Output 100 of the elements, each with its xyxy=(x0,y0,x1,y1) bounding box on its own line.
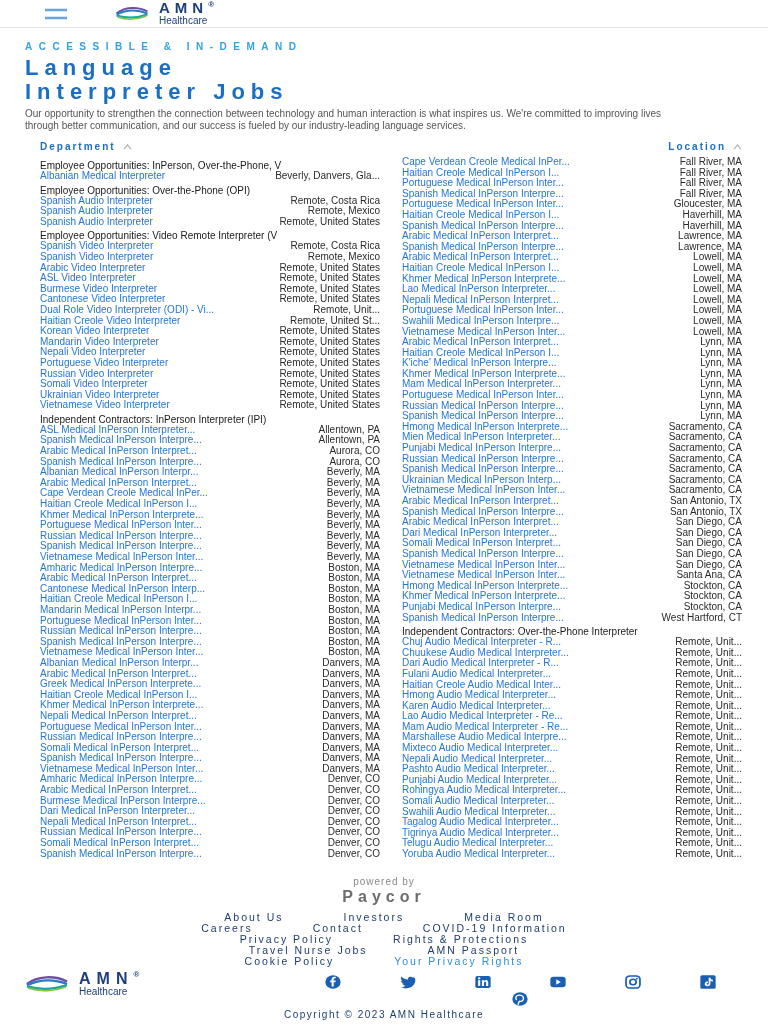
job-title-link[interactable]: Haitian Creole Medical InPerson I... xyxy=(40,499,198,510)
facebook-icon[interactable] xyxy=(324,975,341,989)
job-title-link[interactable]: Spanish Medical InPerson Interpre... xyxy=(40,541,202,552)
tiktok-icon[interactable] xyxy=(699,975,716,989)
logo-mark-icon[interactable] xyxy=(25,975,69,993)
job-title-link[interactable]: Khmer Medical InPerson Interprete... xyxy=(40,509,204,521)
job-title-link[interactable]: Somali Medical InPerson Interpret... xyxy=(40,838,199,849)
job-title-link[interactable]: Haitian Creole Medical InPerson I... xyxy=(402,209,560,221)
job-title-link[interactable]: Burmese Video Interpreter xyxy=(40,283,158,295)
job-title-link[interactable]: Hmong Audio Medical Interpreter... xyxy=(402,690,556,701)
job-title-link[interactable]: Albanian Medical Interpreter xyxy=(40,171,166,182)
job-title-link[interactable]: Portuguese Medical InPerson Inter... xyxy=(40,520,202,531)
job-title-link[interactable]: Tagalog Audio Medical Interpreter... xyxy=(402,817,559,828)
job-title-link[interactable]: Mixteco Audio Medical Interpreter... xyxy=(402,743,559,754)
job-title-link[interactable]: Ukrainian Medical InPerson Interp... xyxy=(402,474,561,486)
job-title-link[interactable]: Portuguese Medical InPerson Inter... xyxy=(402,390,564,401)
job-title-link[interactable]: Arabic Medical InPerson Interpret... xyxy=(40,668,197,680)
job-title-link[interactable]: K'iche' Medical InPerson Interpre... xyxy=(402,358,557,369)
youtube-icon[interactable] xyxy=(549,975,566,989)
job-title-link[interactable]: ASL Video Interpreter xyxy=(40,273,136,284)
job-title-link[interactable]: Punjabi Medical InPerson Interpre... xyxy=(402,601,561,613)
job-title-link[interactable]: Spanish Medical InPerson Interpre... xyxy=(402,188,564,200)
job-title-link[interactable]: Cape Verdean Creole Medical InPer... xyxy=(402,157,570,168)
job-title-link[interactable]: Spanish Audio Interpreter xyxy=(40,206,153,217)
job-title-link[interactable]: Arabic Medical InPerson Interpret... xyxy=(402,496,559,507)
job-title-link[interactable]: Spanish Medical InPerson Interpre... xyxy=(402,464,564,475)
job-title-link[interactable]: Russian Medical InPerson Interpre... xyxy=(40,827,202,839)
footer-link[interactable]: Careers xyxy=(201,923,253,934)
job-title-link[interactable]: Vietnamese Medical InPerson Inter... xyxy=(402,326,566,338)
job-title-link[interactable]: Russian Medical InPerson Interpre... xyxy=(40,732,202,743)
job-title-link[interactable]: Mandarin Video Interpreter xyxy=(40,336,159,348)
footer-link[interactable]: Travel Nurse Jobs xyxy=(248,945,368,956)
job-title-link[interactable]: Haitian Creole Video Interpreter xyxy=(40,315,181,327)
job-title-link[interactable]: Arabic Medical InPerson Interpret... xyxy=(402,337,559,348)
job-title-link[interactable]: Spanish Video Interpreter xyxy=(40,241,154,252)
job-title-link[interactable]: Arabic Medical InPerson Interpret... xyxy=(402,231,559,242)
job-title-link[interactable]: Portuguese Video Interpreter xyxy=(40,357,169,369)
job-title-link[interactable]: Haitian Creole Audio Medical Inter... xyxy=(402,679,561,691)
job-title-link[interactable]: Spanish Medical InPerson Interpre... xyxy=(40,848,202,860)
job-title-link[interactable]: Cantonese Video Interpreter xyxy=(40,294,166,305)
job-title-link[interactable]: Spanish Medical InPerson Interpre... xyxy=(402,241,564,253)
job-title-link[interactable]: Somali Medical InPerson Interpret... xyxy=(40,742,199,754)
job-title-link[interactable]: Yoruba Audio Medical Interpreter... xyxy=(402,849,556,860)
job-title-link[interactable]: Albanian Medical InPerson Interpr... xyxy=(40,657,199,669)
job-title-link[interactable]: Arabic Medical InPerson Interpret... xyxy=(40,446,197,457)
job-title-link[interactable]: Punjabi Medical InPerson Interpre... xyxy=(402,443,561,454)
job-title-link[interactable]: Russian Medical InPerson Interpre... xyxy=(402,400,564,412)
job-title-link[interactable]: Vietnamese Medical InPerson Inter... xyxy=(40,647,204,658)
job-title-link[interactable]: Korean Video Interpreter xyxy=(40,326,150,337)
footer-link[interactable]: Cookie Policy xyxy=(244,956,335,967)
job-title-link[interactable]: Punjabi Audio Medical Interpreter... xyxy=(402,774,558,786)
job-title-link[interactable]: Cantonese Medical InPerson Interp... xyxy=(40,583,206,595)
job-title-link[interactable]: Spanish Medical InPerson Interpre... xyxy=(402,548,564,560)
job-title-link[interactable]: Amharic Medical InPerson Interpre... xyxy=(40,562,203,574)
job-title-link[interactable]: Spanish Audio Interpreter xyxy=(40,195,153,207)
job-title-link[interactable]: Haitian Creole Medical InPerson I... xyxy=(40,594,198,605)
job-title-link[interactable]: Dari Audio Medical Interpreter - R... xyxy=(402,658,559,669)
job-title-link[interactable]: Nepali Medical InPerson Interpret... xyxy=(40,710,197,722)
job-title-link[interactable]: Ukrainian Video Interpreter xyxy=(40,389,160,401)
job-title-link[interactable]: Spanish Medical InPerson Interpre... xyxy=(40,636,202,648)
job-title-link[interactable]: Portuguese Medical InPerson Inter... xyxy=(40,615,202,627)
job-title-link[interactable]: Spanish Audio Interpreter xyxy=(40,216,153,228)
job-title-link[interactable]: Russian Medical InPerson Interpre... xyxy=(40,530,202,542)
job-title-link[interactable]: Fulani Audio Medical Interpreter... xyxy=(402,668,551,680)
footer-link[interactable]: Rights & Protections xyxy=(393,934,529,945)
job-title-link[interactable]: ASL Medical InPerson Interpreter... xyxy=(40,424,196,436)
job-title-link[interactable]: Arabic Medical InPerson Interpret... xyxy=(40,785,197,796)
job-title-link[interactable]: Vietnamese Medical InPerson Inter... xyxy=(40,763,204,775)
job-title-link[interactable]: Vietnamese Medical InPerson Inter... xyxy=(40,552,204,563)
job-title-link[interactable]: Burmese Medical InPerson Interpre... xyxy=(40,795,206,807)
job-title-link[interactable]: Nepali Audio Medical Interpreter... xyxy=(402,753,553,765)
job-title-link[interactable]: Portuguese Medical InPerson Inter... xyxy=(402,178,564,189)
job-title-link[interactable]: Nepali Medical InPerson Interpret... xyxy=(40,816,197,828)
job-title-link[interactable]: Spanish Video Interpreter xyxy=(40,251,154,263)
footer-link[interactable]: About Us xyxy=(224,912,284,923)
footer-link[interactable]: AMN Passport xyxy=(427,945,520,956)
job-title-link[interactable]: Hmong Medical InPerson Interprete... xyxy=(402,580,569,592)
job-title-link[interactable]: Haitian Creole Medical InPerson I... xyxy=(402,262,560,274)
job-title-link[interactable]: Spanish Medical InPerson Interpre... xyxy=(402,220,564,232)
footer-link[interactable]: Media Room xyxy=(464,912,544,923)
job-title-link[interactable]: Mien Medical InPerson Interpreter... xyxy=(402,432,561,444)
job-title-link[interactable]: Vietnamese Medical InPerson Inter... xyxy=(402,485,566,496)
job-title-link[interactable]: Mandarin Medical InPerson Interpr... xyxy=(40,604,202,616)
job-title-link[interactable]: Khmer Medical InPerson Interprete... xyxy=(402,368,566,380)
job-title-link[interactable]: Nepali Video Interpreter xyxy=(40,347,146,358)
job-title-link[interactable]: Khmer Medical InPerson Interprete... xyxy=(40,700,204,711)
job-title-link[interactable]: Haitian Creole Medical InPerson I... xyxy=(40,689,198,701)
job-title-link[interactable]: Russian Medical InPerson Interpre... xyxy=(40,626,202,637)
job-title-link[interactable]: Arabic Video Interpreter xyxy=(40,262,146,274)
job-title-link[interactable]: Mam Audio Medical Interpreter - Re... xyxy=(402,721,569,733)
job-title-link[interactable]: Spanish Medical InPerson Interpre... xyxy=(402,612,564,624)
job-title-link[interactable]: Somali Video Interpreter xyxy=(40,379,148,390)
job-title-link[interactable]: Swahili Audio Medical Interpreter... xyxy=(402,806,556,818)
menu-icon[interactable] xyxy=(45,7,67,20)
job-title-link[interactable]: Karen Audio Medical Interpreter... xyxy=(402,700,551,712)
footer-link[interactable]: Your Privacy Rights xyxy=(394,956,524,967)
job-title-link[interactable]: Arabic Medical InPerson Interpret... xyxy=(402,252,559,263)
job-title-link[interactable]: Spanish Medical InPerson Interpre... xyxy=(402,411,564,422)
job-title-link[interactable]: Swahili Medical InPerson Interpre... xyxy=(402,315,560,327)
job-title-link[interactable]: Vietnamese Medical InPerson Inter... xyxy=(402,570,566,581)
